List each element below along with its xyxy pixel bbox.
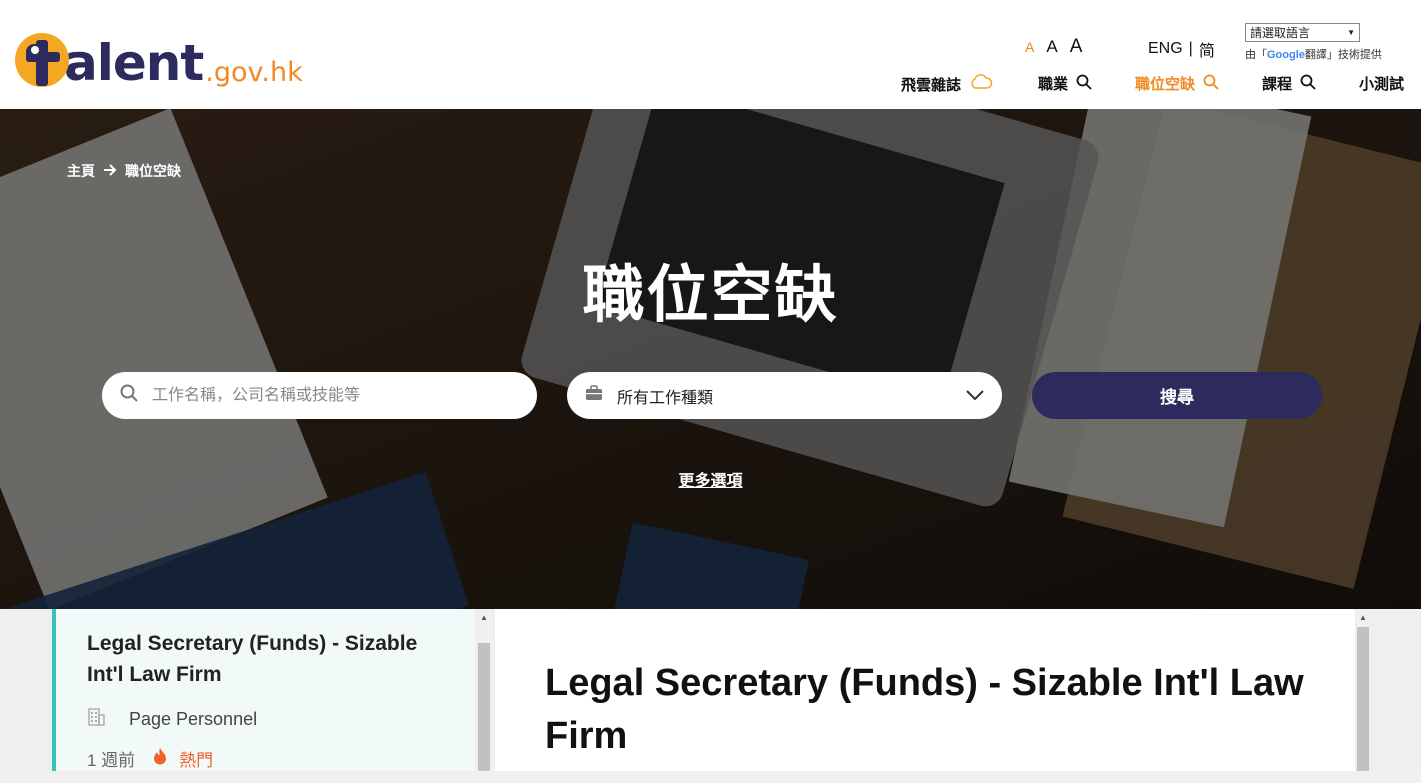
more-options-link[interactable]: 更多選項: [0, 467, 1421, 491]
main-nav: 飛雲雜誌 職業 職位空缺 課程 小測試: [0, 73, 1421, 97]
job-type-select[interactable]: 所有工作種類: [567, 372, 1002, 419]
scrollbar-thumb[interactable]: [1357, 627, 1369, 783]
translate-credit: 由「Google翻譯」技術提供: [1245, 46, 1382, 62]
breadcrumb: 主頁 職位空缺: [67, 161, 181, 181]
nav-label: 小測試: [1359, 76, 1405, 93]
language-switch: ENG | 简: [1148, 37, 1215, 61]
font-size-medium[interactable]: A: [1046, 37, 1057, 57]
font-size-small[interactable]: A: [1025, 39, 1034, 55]
nav-label: 職位空缺: [1135, 76, 1196, 93]
search-icon: [1076, 74, 1092, 94]
keyword-search-box[interactable]: [102, 372, 537, 419]
nav-label: 職業: [1038, 76, 1069, 93]
google-logo-text[interactable]: Google: [1267, 49, 1305, 61]
company-name: Page Personnel: [129, 709, 258, 729]
nav-label: 飛雲雜誌: [901, 76, 962, 94]
job-list-scrollbar[interactable]: ▲: [477, 609, 491, 783]
chevron-down-icon: [966, 387, 984, 405]
search-icon: [1203, 74, 1219, 94]
search-icon: [1300, 74, 1316, 94]
nav-item-magazine[interactable]: 飛雲雜誌: [901, 73, 993, 95]
translate-credit-suffix: 翻譯」技術提供: [1304, 49, 1382, 61]
translate-credit-prefix: 由「: [1245, 49, 1267, 61]
hero-banner: 主頁 職位空缺 職位空缺 所有工作種類 搜尋 更多選項: [0, 109, 1421, 609]
hot-badge: 熱門: [153, 746, 213, 771]
job-detail-panel: Legal Secretary (Funds) - Sizable Int'l …: [495, 609, 1355, 783]
font-size-controls: A A A: [1025, 36, 1082, 58]
job-list-company: Page Personnel: [87, 708, 257, 731]
nav-item-courses[interactable]: 課程: [1262, 73, 1316, 94]
job-detail-title: Legal Secretary (Funds) - Sizable Int'l …: [545, 662, 1304, 757]
chevron-down-icon: ▼: [1347, 28, 1355, 37]
lang-separator: |: [1188, 40, 1193, 57]
briefcase-icon: [585, 385, 603, 406]
breadcrumb-current: 職位空缺: [125, 163, 181, 179]
arrow-right-icon: [103, 163, 117, 179]
site-header: alent .gov.hk A A A ENG | 简 請選取語言 ▼ 由「Go…: [0, 0, 1421, 109]
page-horizontal-scrollbar[interactable]: [0, 771, 1421, 783]
scroll-up-arrow[interactable]: ▲: [477, 611, 491, 625]
page-title: 職位空缺: [582, 261, 839, 330]
search-icon: [120, 384, 138, 407]
lang-simplified[interactable]: 简: [1199, 37, 1215, 61]
nav-item-quiz[interactable]: 小測試: [1359, 73, 1404, 94]
lang-english[interactable]: ENG: [1148, 40, 1183, 58]
search-button[interactable]: 搜尋: [1032, 372, 1322, 419]
font-size-large[interactable]: A: [1070, 36, 1083, 58]
breadcrumb-home[interactable]: 主頁: [67, 161, 95, 181]
nav-item-vacancies[interactable]: 職位空缺: [1135, 73, 1219, 94]
scroll-up-arrow[interactable]: ▲: [1356, 611, 1370, 625]
job-list-meta: 1 週前 熱門: [87, 746, 213, 771]
cloud-icon: [969, 73, 993, 95]
job-list-title[interactable]: Legal Secretary (Funds) - Sizable Int'l …: [87, 628, 447, 690]
detail-scrollbar[interactable]: ▲: [1356, 609, 1370, 783]
nav-item-careers[interactable]: 職業: [1038, 73, 1092, 94]
job-list-item[interactable]: Legal Secretary (Funds) - Sizable Int'l …: [52, 609, 475, 783]
building-icon: [87, 708, 105, 731]
translate-select-label: 請選取語言: [1250, 26, 1311, 40]
nav-label: 課程: [1262, 76, 1293, 93]
keyword-search-input[interactable]: [150, 385, 510, 406]
scrollbar-thumb[interactable]: [478, 643, 490, 783]
job-type-value: 所有工作種類: [617, 389, 714, 407]
flame-icon: [153, 747, 167, 770]
hot-label: 熱門: [179, 751, 214, 770]
translate-language-select[interactable]: 請選取語言 ▼: [1245, 23, 1360, 42]
posted-time: 1 週前: [87, 751, 136, 770]
